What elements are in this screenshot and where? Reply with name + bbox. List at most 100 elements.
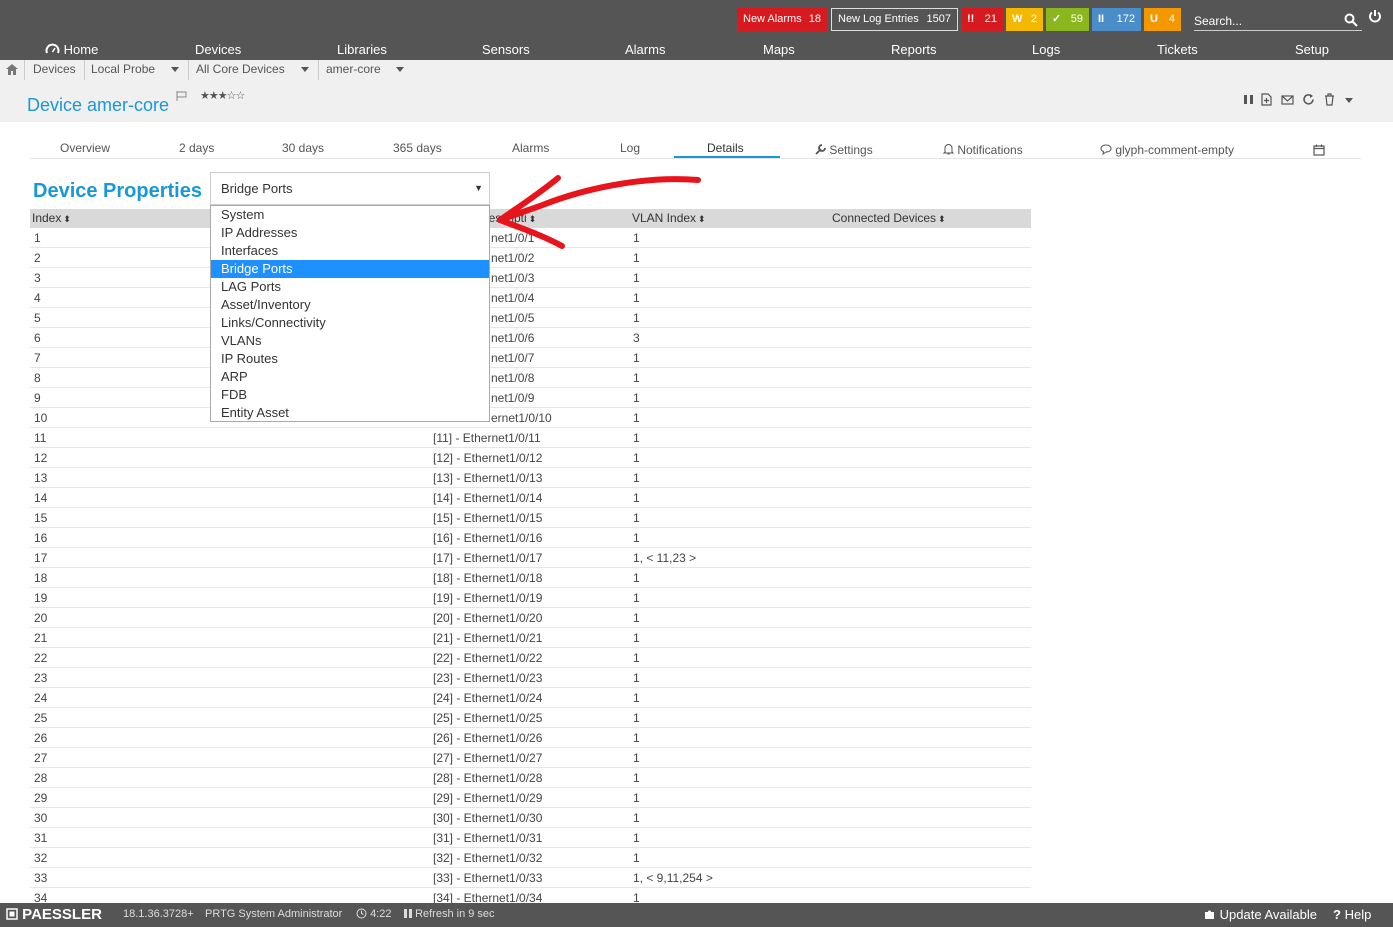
status-down-badge[interactable]: !! 21 xyxy=(961,8,1003,31)
dropdown-option[interactable]: Entity Asset xyxy=(211,404,489,422)
search-input[interactable]: Search... xyxy=(1194,11,1362,31)
nav-libraries[interactable]: Libraries xyxy=(337,42,387,57)
nav-maps[interactable]: Maps xyxy=(763,42,795,57)
nav-alarms[interactable]: Alarms xyxy=(625,42,665,57)
nav-tickets[interactable]: Tickets xyxy=(1157,42,1198,57)
dropdown-option[interactable]: ARP xyxy=(211,368,489,386)
trash-icon[interactable] xyxy=(1323,93,1336,106)
properties-dropdown-list: System IP Addresses Interfaces Bridge Ports… xyxy=(210,205,490,422)
tab-365-days[interactable]: 365 days xyxy=(393,141,442,155)
breadcrumb-device[interactable]: amer-core xyxy=(326,62,381,76)
tab-2-days[interactable]: 2 days xyxy=(179,141,214,155)
nav-reports[interactable]: Reports xyxy=(891,42,937,57)
table-row: 16 [16] - Ethernet1/0/16 1 xyxy=(30,528,1031,548)
refresh-status[interactable]: Refresh in 9 sec xyxy=(404,908,495,920)
power-icon[interactable] xyxy=(1368,9,1382,23)
table-row: 25 [25] - Ethernet1/0/25 1 xyxy=(30,708,1031,728)
table-cell-index: 13 xyxy=(34,471,48,485)
table-cell-vlan: 1 xyxy=(633,711,640,725)
dropdown-option[interactable]: Bridge Ports xyxy=(211,260,489,278)
table-row: 4 net1/0/4 1 xyxy=(30,288,1031,308)
user-text[interactable]: PRTG System Administrator xyxy=(205,908,342,920)
status-up-badge[interactable]: ✓ 59 xyxy=(1046,8,1089,31)
chevron-down-icon[interactable] xyxy=(396,67,404,72)
new-alarms-badge[interactable]: New Alarms 18 xyxy=(737,8,827,31)
table-row: 17 [17] - Ethernet1/0/17 1, < 11,23 > xyxy=(30,548,1031,568)
tab-comments[interactable]: glyph-comment-empty xyxy=(1100,143,1234,157)
dropdown-option[interactable]: FDB xyxy=(211,386,489,404)
breadcrumb-group[interactable]: All Core Devices xyxy=(196,62,285,76)
status-paused-badge[interactable]: II 172 xyxy=(1092,8,1141,31)
table-row: 20 [20] - Ethernet1/0/20 1 xyxy=(30,608,1031,628)
table-cell-desc: [28] - Ethernet1/0/28 xyxy=(433,771,543,785)
flag-icon[interactable] xyxy=(176,91,187,101)
dropdown-option[interactable]: Links/Connectivity xyxy=(211,314,489,332)
chevron-down-icon[interactable] xyxy=(301,67,309,72)
table-cell-index: 25 xyxy=(34,711,48,725)
dropdown-option[interactable]: Interfaces xyxy=(211,242,489,260)
table-row: 18 [18] - Ethernet1/0/18 1 xyxy=(30,568,1031,588)
table-cell-desc: [18] - Ethernet1/0/18 xyxy=(433,571,543,585)
table-cell-desc: net1/0/7 xyxy=(491,351,535,365)
table-cell-vlan: 1 xyxy=(633,311,640,325)
help-link[interactable]: ? Help xyxy=(1333,907,1371,922)
dropdown-option[interactable]: LAG Ports xyxy=(211,278,489,296)
column-header-vlan[interactable]: VLAN Index ⬍ xyxy=(632,211,706,225)
tab-alarms[interactable]: Alarms xyxy=(512,141,549,155)
column-header-connected[interactable]: Connected Devices ⬍ xyxy=(832,211,946,225)
table-cell-desc: [26] - Ethernet1/0/26 xyxy=(433,731,543,745)
dropdown-option[interactable]: IP Addresses xyxy=(211,224,489,242)
nav-logs[interactable]: Logs xyxy=(1032,42,1060,57)
new-log-entries-badge[interactable]: New Log Entries 1507 xyxy=(831,8,958,31)
table-cell-desc: [23] - Ethernet1/0/23 xyxy=(433,671,543,685)
nav-devices[interactable]: Devices xyxy=(195,42,241,57)
home-icon[interactable] xyxy=(6,64,18,75)
dropdown-option[interactable]: VLANs xyxy=(211,332,489,350)
add-sensor-icon[interactable] xyxy=(1260,93,1273,106)
pause-icon[interactable] xyxy=(1242,93,1255,106)
table-cell-desc: [21] - Ethernet1/0/21 xyxy=(433,631,543,645)
tab-notifications[interactable]: Notifications xyxy=(942,143,1023,157)
refresh-icon[interactable] xyxy=(1302,93,1315,106)
chevron-down-icon[interactable] xyxy=(1345,98,1353,103)
table-cell-vlan: 1 xyxy=(633,691,640,705)
breadcrumb-probe[interactable]: Local Probe xyxy=(91,62,155,76)
tab-details[interactable]: Details xyxy=(707,141,744,155)
tab-overview[interactable]: Overview xyxy=(60,141,110,155)
paessler-logo[interactable]: PAESSLER xyxy=(6,906,102,923)
nav-sensors[interactable]: Sensors xyxy=(482,42,530,57)
table-row: 7 net1/0/7 1 xyxy=(30,348,1031,368)
gauge-icon xyxy=(45,43,60,54)
table-row: 3 net1/0/3 1 xyxy=(30,268,1031,288)
email-icon[interactable] xyxy=(1281,93,1294,106)
table-header: Index ⬍ Descripti ⬍ VLAN Index ⬍ Connected … xyxy=(30,209,1031,228)
dropdown-option[interactable]: System xyxy=(211,206,489,224)
table-cell-index: 26 xyxy=(34,731,48,745)
clock-display: 4:22 xyxy=(356,908,391,920)
nav-home[interactable]: Home xyxy=(45,42,98,57)
search-icon[interactable] xyxy=(1344,13,1358,27)
table-cell-desc: net1/0/8 xyxy=(491,371,535,385)
tab-30-days[interactable]: 30 days xyxy=(282,141,324,155)
table-cell-desc: [19] - Ethernet1/0/19 xyxy=(433,591,543,605)
tab-log[interactable]: Log xyxy=(620,141,640,155)
status-warning-badge[interactable]: W 2 xyxy=(1006,8,1043,31)
chevron-down-icon[interactable] xyxy=(171,67,179,72)
table-cell-desc: [16] - Ethernet1/0/16 xyxy=(433,531,543,545)
status-unusual-badge[interactable]: U 4 xyxy=(1144,8,1181,31)
table-cell-index: 18 xyxy=(34,571,48,585)
calendar-icon[interactable] xyxy=(1313,144,1325,156)
dropdown-option[interactable]: IP Routes xyxy=(211,350,489,368)
priority-stars[interactable]: ★★★☆☆ xyxy=(200,89,245,102)
breadcrumb-devices[interactable]: Devices xyxy=(33,62,76,76)
table-cell-vlan: 1 xyxy=(633,751,640,765)
footer-bar: PAESSLER 18.1.36.3728+ PRTG System Admin… xyxy=(0,903,1393,927)
properties-select[interactable]: Bridge Ports ▼ xyxy=(210,172,490,205)
table-row: 22 [22] - Ethernet1/0/22 1 xyxy=(30,648,1031,668)
dropdown-option[interactable]: Asset/Inventory xyxy=(211,296,489,314)
column-header-index[interactable]: Index ⬍ xyxy=(32,211,71,225)
update-available-link[interactable]: Update Available xyxy=(1204,907,1317,922)
nav-setup[interactable]: Setup xyxy=(1295,42,1329,57)
tab-settings[interactable]: Settings xyxy=(815,143,873,157)
table-cell-desc: [33] - Ethernet1/0/33 xyxy=(433,871,543,885)
